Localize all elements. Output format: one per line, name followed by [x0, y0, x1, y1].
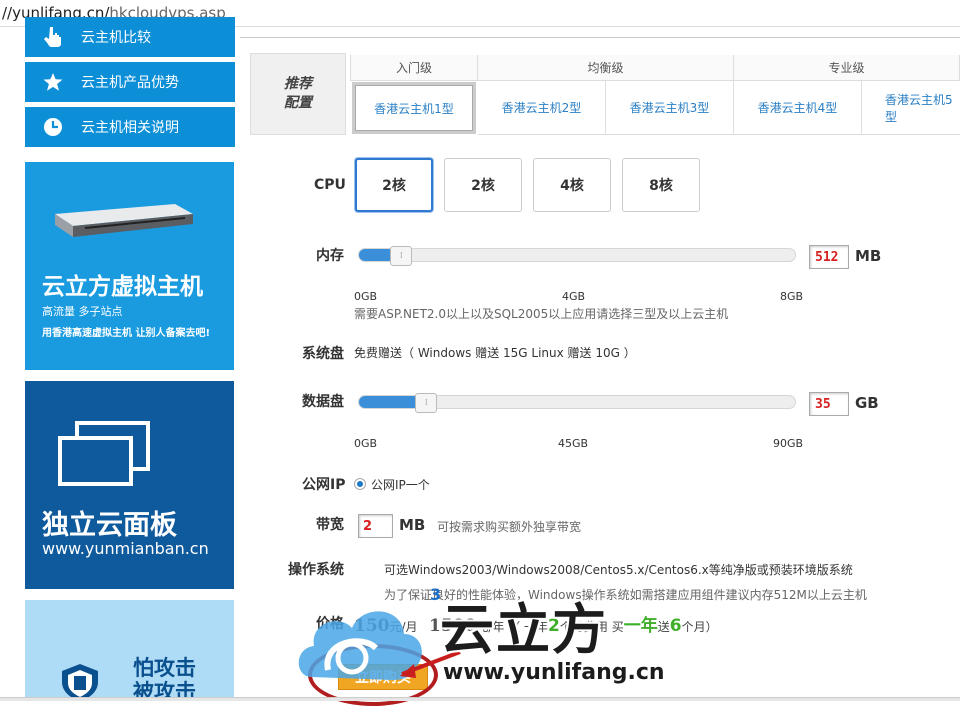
recommend-label-line2: 配置	[284, 95, 312, 111]
memory-slider-handle[interactable]: ⁞	[390, 246, 413, 266]
hand-pointer-icon	[25, 26, 81, 48]
price-monthly: 150	[354, 616, 390, 636]
memory-unit: MB	[855, 247, 882, 265]
recommended-config: 推荐配置 入门级 均衡级 专业级 香港云主机1型 香港云主机2型 香港云主机3型…	[240, 37, 960, 142]
bandwidth-note: 可按需求购买额外独享带宽	[437, 520, 582, 534]
windows-icon-front	[58, 436, 133, 486]
cpu-label: CPU	[314, 177, 346, 193]
cpu-option-2[interactable]: 2核	[444, 158, 522, 212]
data-disk-value-input[interactable]: 35	[809, 392, 849, 416]
price-gift-months: 6	[669, 616, 682, 636]
sidebar-item-label: 云主机相关说明	[81, 120, 179, 136]
price-gift-suffix: 个月）	[681, 620, 718, 634]
anti-attack-banner[interactable]: 怕攻击 被攻击	[25, 600, 234, 701]
grade-entry: 入门级	[350, 55, 478, 81]
banner-tagline: 用香港高速虚拟主机 让别人备案去吧!	[42, 328, 211, 339]
banner-url: www.yunmianban.cn	[42, 539, 209, 558]
data-disk-label: 数据盘	[302, 394, 344, 410]
os-label: 操作系统	[288, 562, 344, 578]
cpu-option-4[interactable]: 8核	[622, 158, 700, 212]
memory-tick-max: 8GB	[780, 290, 804, 303]
memory-tick-min: 0GB	[354, 290, 378, 303]
shield-icon	[62, 664, 98, 701]
price-gift-mid: 送	[657, 620, 670, 634]
type-option-1[interactable]: 香港云主机1型	[352, 82, 476, 134]
memory-slider[interactable]: ⁞	[358, 246, 796, 266]
sidebar-item-advantages[interactable]: 云主机产品优势	[25, 62, 235, 102]
cloud-panel-banner[interactable]: 独立云面板 www.yunmianban.cn	[25, 381, 234, 589]
grade-balanced: 均衡级	[478, 55, 734, 81]
type-option-2[interactable]: 香港云主机2型	[478, 81, 606, 135]
system-disk-label: 系统盘	[302, 346, 344, 362]
type-option-4[interactable]: 香港云主机4型	[734, 81, 862, 135]
vhost-banner[interactable]: 云立方虚拟主机 高流量 多子站点 用香港高速虚拟主机 让别人备案去吧!	[25, 162, 234, 370]
sidebar-item-label: 云主机产品优势	[81, 75, 179, 91]
public-ip-label: 公网IP	[302, 477, 346, 493]
data-disk-tick-mid: 45GB	[558, 437, 589, 450]
public-ip-option: 公网IP一个	[371, 478, 430, 492]
banner-subtitle: 高流量 多子站点	[42, 305, 123, 318]
type-option-3[interactable]: 香港云主机3型	[606, 81, 734, 135]
banner-title: 云立方虚拟主机	[42, 274, 203, 300]
cpu-option-3[interactable]: 4核	[533, 158, 611, 212]
price-label: 价格	[316, 616, 344, 632]
banner-title: 独立云面板	[42, 510, 177, 541]
bandwidth-unit: MB	[399, 516, 426, 534]
cpu-option-1[interactable]: 2核	[355, 158, 433, 212]
data-disk-tick-min: 0GB	[354, 437, 378, 450]
star-icon	[25, 72, 81, 92]
system-disk-text: 免费赠送（ Windows 赠送 15G Linux 赠送 10G ）	[354, 346, 636, 360]
public-ip-radio[interactable]	[354, 478, 366, 490]
type-option-5[interactable]: 香港云主机5型	[862, 81, 960, 135]
memory-note: 需要ASP.NET2.0以上以及SQL2005以上应用请选择三型及以上云主机	[354, 307, 729, 321]
clock-icon	[25, 117, 81, 137]
memory-value-input[interactable]: 512	[809, 245, 849, 269]
sidebar-item-info[interactable]: 云主机相关说明	[25, 107, 235, 147]
bandwidth-label: 带宽	[316, 517, 344, 533]
watermark-brand: 云立方	[440, 598, 608, 661]
data-disk-unit: GB	[855, 394, 879, 412]
sidebar-item-label: 云主机比较	[81, 30, 151, 46]
price-gift-years: 一年	[623, 616, 658, 636]
data-disk-tick-max: 90GB	[773, 437, 804, 450]
recommend-label-line1: 推荐	[284, 76, 312, 92]
data-disk-slider[interactable]: ⁞	[358, 393, 796, 413]
bottom-scrollbar[interactable]	[0, 697, 960, 701]
price-monthly-unit: 元/月	[389, 620, 418, 634]
memory-tick-mid: 4GB	[562, 290, 586, 303]
grade-pro: 专业级	[734, 55, 960, 81]
data-disk-slider-handle[interactable]: ⁞	[415, 393, 438, 413]
bandwidth-input[interactable]: 2	[358, 514, 393, 538]
os-text: 可选Windows2003/Windows2008/Centos5.x/Cent…	[384, 563, 853, 577]
memory-label: 内存	[316, 248, 344, 264]
data-disk-slider-fill	[359, 396, 421, 408]
watermark-url: www.yunlifang.cn	[443, 660, 665, 685]
recommend-label: 推荐 配置	[250, 53, 346, 135]
config-panel: 推荐配置 入门级 均衡级 专业级 香港云主机1型 香港云主机2型 香港云主机3型…	[240, 37, 960, 706]
server-illustration	[55, 204, 193, 237]
banner-title: 怕攻击 被攻击	[133, 656, 196, 701]
sidebar-item-compare[interactable]: 云主机比较	[25, 17, 235, 57]
page: 云主机比较 云主机产品优势 云主机相关说明 云立方虚拟主机 高流量 多子站点 用…	[0, 17, 960, 706]
